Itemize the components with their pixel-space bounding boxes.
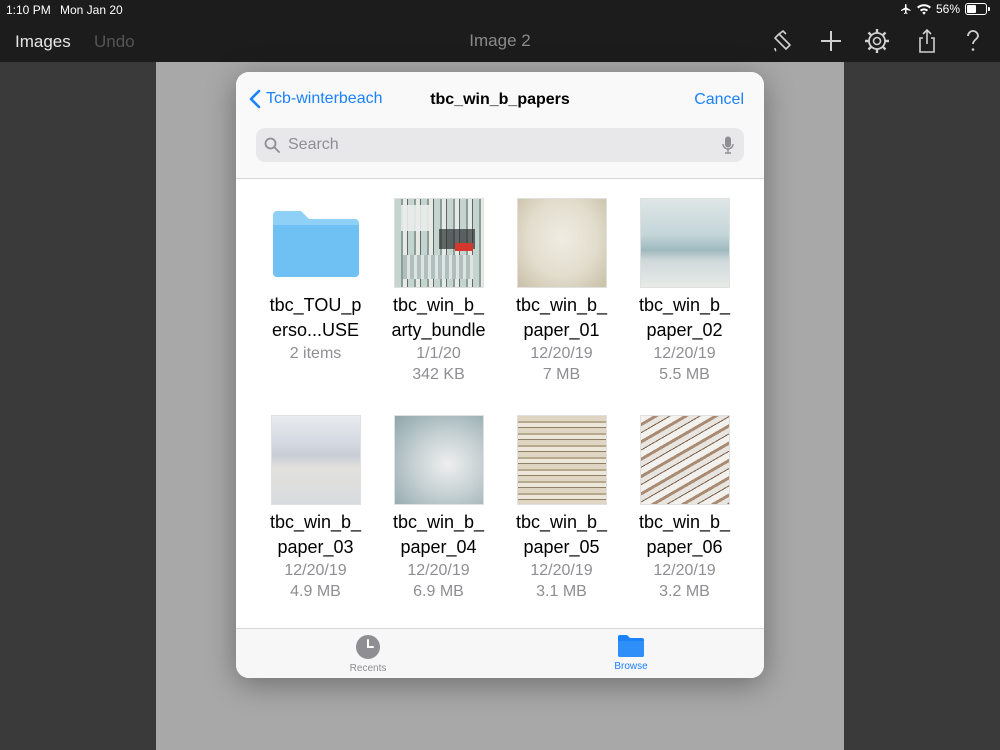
file-meta-line2: 7 MB (542, 366, 581, 383)
file-meta-line1: 2 items (289, 345, 342, 362)
file-name-line1: tbc_win_b_ (269, 512, 362, 532)
chevron-left-icon (249, 89, 261, 109)
file-item[interactable]: tbc_win_b_ paper_04 12/20/19 6.9 MB (377, 414, 500, 602)
bundle-thumb-stripes (402, 255, 473, 279)
clock-icon (356, 635, 380, 659)
file-meta-line2: 3.1 MB (536, 583, 587, 600)
file-meta-line1: 12/20/19 (530, 345, 593, 362)
file-meta-line1: 12/20/19 (530, 562, 593, 579)
tab-browse[interactable]: Browse (581, 634, 681, 672)
paper-thumbnail (271, 416, 360, 504)
file-item[interactable]: tbc_win_b_ arty_bundle 1/1/20 342 KB (377, 197, 500, 385)
status-date: Mon Jan 20 (60, 3, 123, 17)
file-name-line2: paper_05 (523, 537, 600, 557)
plus-icon[interactable] (818, 28, 844, 54)
picker-nav-bar: Tcb-winterbeach tbc_win_b_papers Cancel (236, 72, 764, 179)
file-name-line2: paper_04 (400, 537, 477, 557)
share-icon[interactable] (914, 28, 940, 54)
file-item[interactable]: tbc_win_b_ paper_05 12/20/19 3.1 MB (500, 414, 623, 602)
paper-thumbnail (517, 416, 606, 504)
tab-recents[interactable]: Recents (318, 634, 418, 674)
file-name-line2: paper_06 (646, 537, 723, 557)
file-name-line1: tbc_win_b_ (638, 295, 731, 315)
file-name-line2: paper_03 (277, 537, 354, 557)
bundle-thumbnail (394, 199, 483, 287)
file-item[interactable]: tbc_win_b_ paper_06 12/20/19 3.2 MB (623, 414, 746, 602)
file-item[interactable]: tbc_win_b_ paper_03 12/20/19 4.9 MB (254, 414, 377, 602)
bundle-thumb-block (400, 205, 431, 231)
file-meta-line2: 342 KB (412, 366, 465, 383)
file-name-line1: tbc_win_b_ (392, 295, 485, 315)
file-item[interactable]: tbc_win_b_ paper_02 12/20/19 5.5 MB (623, 197, 746, 385)
status-indicators: 56% (900, 2, 990, 16)
file-name-line1: tbc_win_b_ (515, 295, 608, 315)
file-name-line2: paper_01 (523, 320, 600, 340)
bundle-thumb-label (454, 243, 473, 251)
status-time: 1:10 PM (6, 3, 51, 17)
search-input[interactable] (286, 135, 710, 155)
paper-thumbnail (640, 199, 729, 287)
file-meta-line2: 4.9 MB (290, 583, 341, 600)
battery-icon (965, 3, 987, 15)
folder-icon (272, 211, 359, 277)
search-icon (264, 137, 280, 153)
file-name-line2: arty_bundle (391, 320, 486, 340)
file-meta-line2: 5.5 MB (659, 366, 710, 383)
file-item[interactable]: tbc_TOU_p erso...USE 2 items (254, 197, 377, 364)
battery-level-fill (967, 5, 976, 13)
file-meta-line2: 3.2 MB (659, 583, 710, 600)
file-meta-line1: 12/20/19 (653, 562, 716, 579)
back-button[interactable]: Tcb-winterbeach (248, 89, 383, 109)
app-toolbar: Images Undo Image 2 (0, 20, 1000, 62)
file-meta-line1: 1/1/20 (416, 345, 461, 362)
brush-icon[interactable] (770, 28, 796, 54)
picker-tab-bar: Recents Browse (236, 628, 764, 678)
file-meta-line1: 12/20/19 (653, 345, 716, 362)
battery-percent: 56% (935, 2, 960, 16)
paper-thumbnail (394, 416, 483, 504)
document-title: Image 2 (469, 31, 531, 50)
document-picker: Tcb-winterbeach tbc_win_b_papers Cancel … (236, 72, 764, 678)
cancel-button[interactable]: Cancel (694, 91, 744, 109)
tab-recents-label: Recents (349, 663, 387, 674)
file-meta-line1: 12/20/19 (284, 562, 347, 579)
wifi-icon (916, 3, 931, 15)
microphone-icon[interactable] (722, 136, 734, 154)
tab-browse-label: Browse (614, 661, 648, 672)
battery-tip (988, 7, 990, 11)
file-name-line1: tbc_win_b_ (638, 512, 731, 532)
file-name-line2: erso...USE (271, 320, 360, 340)
browse-folder-icon (618, 635, 644, 657)
file-name-line2: paper_02 (646, 320, 723, 340)
help-icon[interactable] (960, 28, 986, 54)
back-label: Tcb-winterbeach (266, 90, 383, 107)
paper-thumbnail (640, 416, 729, 504)
gear-icon[interactable] (864, 28, 890, 54)
file-item[interactable]: tbc_win_b_ paper_01 12/20/19 7 MB (500, 197, 623, 385)
status-bar: 1:10 PM Mon Jan 20 56% (0, 0, 1000, 20)
file-name-line1: tbc_TOU_p (269, 295, 362, 315)
airplane-icon (900, 4, 911, 14)
file-meta-line2: 6.9 MB (413, 583, 464, 600)
search-bar[interactable] (256, 128, 744, 162)
file-name-line1: tbc_win_b_ (515, 512, 608, 532)
file-grid: tbc_TOU_p erso...USE 2 items tbc_win_b_ … (236, 179, 764, 627)
paper-thumbnail (517, 199, 606, 287)
file-name-line1: tbc_win_b_ (392, 512, 485, 532)
file-meta-line1: 12/20/19 (407, 562, 470, 579)
